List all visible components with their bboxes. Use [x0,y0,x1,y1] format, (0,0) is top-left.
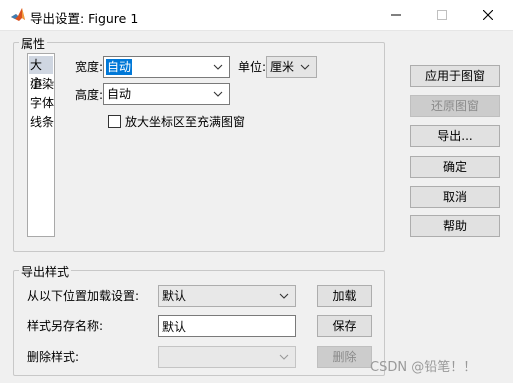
width-select[interactable]: 自动 [103,56,230,78]
save-style-name-input[interactable]: 默认 [158,315,296,337]
unit-label: 单位: [238,60,267,74]
save-style-label: 样式另存名称: [27,319,104,333]
matlab-logo-icon [11,8,25,21]
list-item-rendering[interactable]: 渲染 [30,75,54,93]
help-button[interactable]: 帮助 [410,215,500,237]
close-icon [483,10,493,20]
height-select[interactable]: 自动 [103,83,230,105]
save-style-name-value: 默认 [162,320,187,334]
chevron-down-icon [279,354,289,360]
chevron-down-icon [279,293,289,299]
width-label: 宽度: [75,60,104,74]
chevron-down-icon [213,91,223,97]
list-item-lines[interactable]: 线条 [30,113,54,131]
load-button[interactable]: 加载 [317,285,372,307]
save-button[interactable]: 保存 [317,315,372,337]
list-item-size[interactable]: 大小 [29,56,53,90]
ok-button[interactable]: 确定 [410,156,500,178]
delete-button[interactable]: 删除 [317,346,372,368]
minimize-button[interactable] [373,0,419,31]
category-listbox[interactable]: 大小 渲染 字体 线条 [27,53,55,237]
load-settings-select[interactable]: 默认 [158,285,296,307]
load-settings-value: 默认 [162,289,187,303]
expand-axes-checkbox[interactable] [108,115,121,128]
delete-style-value [161,349,163,365]
height-value: 自动 [107,87,132,101]
width-value: 自动 [106,59,133,75]
apply-to-figure-button[interactable]: 应用于图窗 [410,65,500,87]
export-button[interactable]: 导出... [410,125,500,147]
chevron-down-icon [213,64,223,70]
delete-style-select[interactable] [158,346,296,368]
load-settings-label: 从以下位置加载设置: [27,289,140,303]
height-label: 高度: [75,88,104,102]
minimize-icon [391,14,401,16]
title-bar: 导出设置: Figure 1 [0,0,513,31]
unit-value: 厘米 [270,60,295,74]
close-button[interactable] [465,0,511,31]
window-title: 导出设置: Figure 1 [30,11,139,26]
properties-group-label: 属性 [19,35,48,52]
maximize-icon [437,10,447,20]
restore-figure-button[interactable]: 还原图窗 [410,95,500,117]
export-styles-group-label: 导出样式 [19,263,72,280]
watermark: CSDN @铅笔！！ [370,360,477,375]
list-item-fonts[interactable]: 字体 [30,94,54,112]
cancel-button[interactable]: 取消 [410,186,500,208]
unit-select[interactable]: 厘米 [266,56,317,78]
delete-style-label: 删除样式: [27,350,80,364]
expand-axes-label: 放大坐标区至充满图窗 [125,115,246,129]
chevron-down-icon [300,64,310,70]
maximize-button[interactable] [419,0,465,31]
